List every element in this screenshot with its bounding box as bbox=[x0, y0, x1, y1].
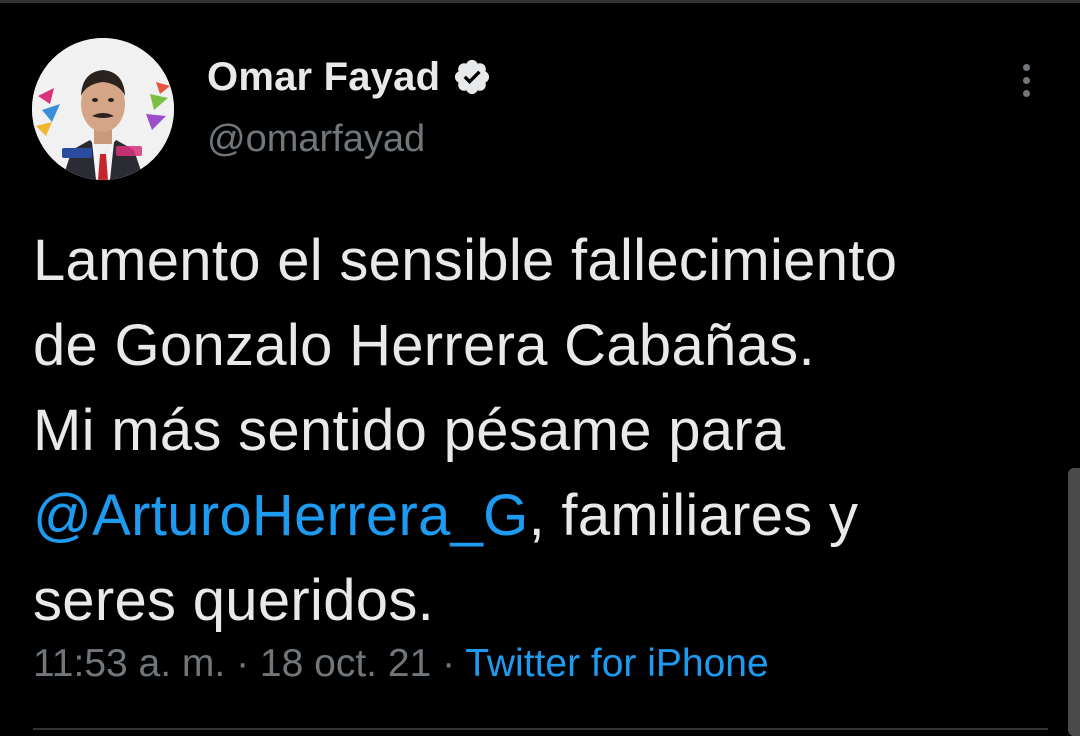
tweet-time[interactable]: 11:53 a. m. bbox=[33, 642, 225, 685]
tweet-line-with-mention: @ArturoHerrera_G, familiares y bbox=[33, 473, 1043, 558]
bottom-divider bbox=[33, 728, 1048, 730]
meta-separator: · bbox=[442, 642, 456, 685]
tweet-meta: 11:53 a. m. · 18 oct. 21 · Twitter for i… bbox=[33, 642, 769, 686]
verified-badge-icon[interactable] bbox=[452, 57, 492, 97]
author-handle[interactable]: @omarfayad bbox=[207, 118, 425, 161]
avatar-image bbox=[32, 38, 174, 180]
tweet-date[interactable]: 18 oct. 21 bbox=[260, 642, 431, 685]
scrollbar[interactable] bbox=[1068, 468, 1080, 736]
more-dot bbox=[1022, 63, 1030, 71]
mention-suffix: , familiares y bbox=[528, 483, 859, 548]
avatar[interactable] bbox=[32, 38, 174, 180]
tweet-line: Lamento el sensible fallecimiento bbox=[33, 228, 898, 293]
tweet-line: de Gonzalo Herrera Cabañas. bbox=[33, 313, 815, 378]
tweet-text: Lamento el sensible fallecimiento de Gon… bbox=[33, 218, 1043, 643]
more-options-icon[interactable] bbox=[1008, 56, 1044, 104]
tweet-line: Mi más sentido pésame para bbox=[33, 398, 786, 463]
meta-separator: · bbox=[236, 642, 250, 685]
mention-link[interactable]: @ArturoHerrera_G bbox=[33, 483, 529, 548]
more-dot bbox=[1022, 76, 1030, 84]
top-divider bbox=[0, 0, 1080, 3]
author-display-name[interactable]: Omar Fayad bbox=[207, 55, 440, 100]
tweet-source-link[interactable]: Twitter for iPhone bbox=[465, 642, 768, 685]
tweet-line: seres queridos. bbox=[33, 568, 435, 633]
more-dot bbox=[1022, 89, 1030, 97]
author-name-row: Omar Fayad bbox=[207, 52, 492, 102]
